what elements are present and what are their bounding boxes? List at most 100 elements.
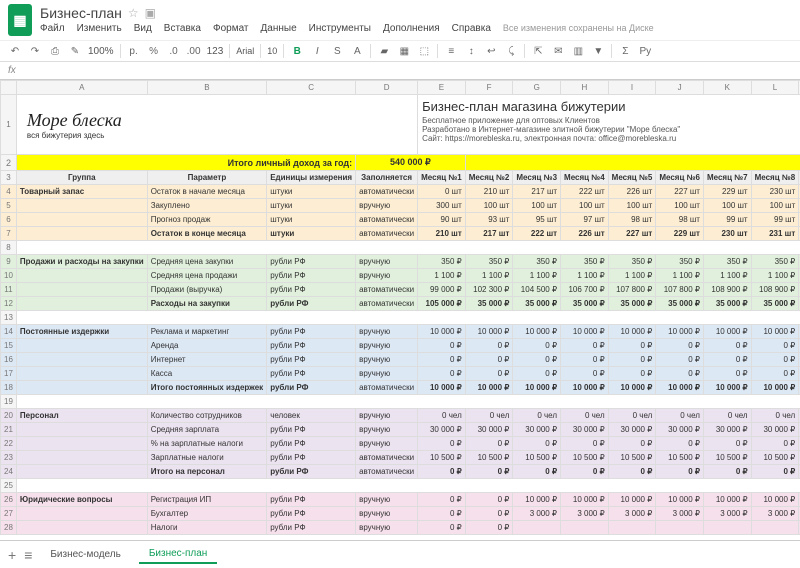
- wrap-icon[interactable]: ↩: [484, 44, 498, 58]
- cell[interactable]: 0 ₽: [418, 367, 466, 381]
- cell[interactable]: 0 чел: [751, 409, 799, 423]
- col-J[interactable]: J: [656, 81, 704, 95]
- cell[interactable]: 10 000 ₽: [608, 493, 656, 507]
- cell[interactable]: Количество сотрудников: [147, 409, 267, 423]
- cell[interactable]: 0 ₽: [656, 465, 704, 479]
- cell[interactable]: 10 500 ₽: [656, 451, 704, 465]
- cell[interactable]: 10 000 ₽: [561, 325, 609, 339]
- cell[interactable]: 0 ₽: [418, 507, 466, 521]
- cell[interactable]: [513, 521, 561, 535]
- cell[interactable]: 10 000 ₽: [608, 325, 656, 339]
- cell[interactable]: 0 ₽: [418, 339, 466, 353]
- cell[interactable]: вручную: [356, 269, 418, 283]
- cell[interactable]: 0 ₽: [513, 437, 561, 451]
- cell[interactable]: 10 500 ₽: [751, 451, 799, 465]
- cell[interactable]: Средняя цена продажи: [147, 269, 267, 283]
- cell[interactable]: Итого постоянных издержек: [147, 381, 267, 395]
- col-E[interactable]: E: [418, 81, 466, 95]
- cell[interactable]: рубли РФ: [267, 325, 356, 339]
- cell[interactable]: штуки: [267, 185, 356, 199]
- col-F[interactable]: F: [465, 81, 513, 95]
- cell[interactable]: 0 ₽: [751, 465, 799, 479]
- cell[interactable]: 0 чел: [561, 409, 609, 423]
- cell[interactable]: 107 800 ₽: [656, 283, 704, 297]
- cell[interactable]: 3 000 ₽: [608, 507, 656, 521]
- cell[interactable]: 10 000 ₽: [561, 493, 609, 507]
- cell[interactable]: 30 000 ₽: [656, 423, 704, 437]
- cell[interactable]: 0 ₽: [561, 367, 609, 381]
- fill-color-icon[interactable]: ▰: [377, 44, 391, 58]
- cell[interactable]: 300 шт: [418, 199, 466, 213]
- cell[interactable]: вручную: [356, 423, 418, 437]
- cell[interactable]: [656, 521, 704, 535]
- cell[interactable]: [608, 521, 656, 535]
- row-20[interactable]: 20: [1, 409, 17, 423]
- cell[interactable]: 0 ₽: [465, 465, 513, 479]
- row-11[interactable]: 11: [1, 283, 17, 297]
- cell[interactable]: 35 000 ₽: [656, 297, 704, 311]
- menu-view[interactable]: Вид: [134, 23, 152, 34]
- cell[interactable]: 10 500 ₽: [561, 451, 609, 465]
- cell[interactable]: [751, 521, 799, 535]
- row-21[interactable]: 21: [1, 423, 17, 437]
- cell[interactable]: 0 ₽: [608, 353, 656, 367]
- cell[interactable]: Прогноз продаж: [147, 213, 267, 227]
- col-A[interactable]: A: [16, 81, 147, 95]
- cell[interactable]: 100 шт: [751, 199, 799, 213]
- cell[interactable]: 0 ₽: [418, 521, 466, 535]
- cell[interactable]: 99 шт: [703, 213, 751, 227]
- strike-icon[interactable]: S: [330, 44, 344, 58]
- menu-data[interactable]: Данные: [261, 23, 297, 34]
- menu-edit[interactable]: Изменить: [77, 23, 122, 34]
- sheets-logo-icon[interactable]: ▦: [8, 4, 32, 36]
- merge-icon[interactable]: ⬚: [417, 44, 431, 58]
- cell[interactable]: рубли РФ: [267, 465, 356, 479]
- cell[interactable]: 350 ₽: [465, 255, 513, 269]
- undo-icon[interactable]: ↶: [8, 44, 22, 58]
- zoom-select[interactable]: 100%: [88, 46, 114, 57]
- cell[interactable]: 0 ₽: [608, 465, 656, 479]
- cell[interactable]: 0 ₽: [418, 493, 466, 507]
- cell[interactable]: 10 000 ₽: [751, 493, 799, 507]
- cell[interactable]: 350 ₽: [751, 255, 799, 269]
- row-23[interactable]: 23: [1, 451, 17, 465]
- cell[interactable]: 10 000 ₽: [656, 325, 704, 339]
- cell[interactable]: 226 шт: [561, 227, 609, 241]
- row-25[interactable]: 25: [1, 479, 17, 493]
- cell[interactable]: 350 ₽: [561, 255, 609, 269]
- cell[interactable]: автоматически: [356, 297, 418, 311]
- cell[interactable]: Продажи (выручка): [147, 283, 267, 297]
- cell[interactable]: вручную: [356, 353, 418, 367]
- cell[interactable]: Остаток в начале месяца: [147, 185, 267, 199]
- filter-icon[interactable]: ▼: [591, 44, 605, 58]
- col-I[interactable]: I: [608, 81, 656, 95]
- cell[interactable]: 1 100 ₽: [656, 269, 704, 283]
- cell[interactable]: 1 100 ₽: [513, 269, 561, 283]
- cell[interactable]: 0 ₽: [465, 353, 513, 367]
- row-19[interactable]: 19: [1, 395, 17, 409]
- cell[interactable]: 10 000 ₽: [703, 325, 751, 339]
- cell[interactable]: Остаток в конце месяца: [147, 227, 267, 241]
- lang-icon[interactable]: Ру: [638, 44, 652, 58]
- cell[interactable]: 10 500 ₽: [513, 451, 561, 465]
- cell[interactable]: 230 шт: [703, 227, 751, 241]
- cell[interactable]: 1 100 ₽: [418, 269, 466, 283]
- cell[interactable]: 100 шт: [513, 199, 561, 213]
- rotate-icon[interactable]: ⤹: [504, 44, 518, 58]
- row-10[interactable]: 10: [1, 269, 17, 283]
- cell[interactable]: 104 500 ₽: [513, 283, 561, 297]
- cell[interactable]: 99 шт: [751, 213, 799, 227]
- cell[interactable]: 35 000 ₽: [561, 297, 609, 311]
- cell[interactable]: 100 шт: [561, 199, 609, 213]
- cell[interactable]: 100 шт: [656, 199, 704, 213]
- cell[interactable]: Интернет: [147, 353, 267, 367]
- cell[interactable]: штуки: [267, 213, 356, 227]
- cell[interactable]: 98 шт: [608, 213, 656, 227]
- col-K[interactable]: K: [703, 81, 751, 95]
- cell[interactable]: 0 чел: [656, 409, 704, 423]
- cell[interactable]: 0 ₽: [703, 367, 751, 381]
- cell[interactable]: 107 800 ₽: [608, 283, 656, 297]
- row-27[interactable]: 27: [1, 507, 17, 521]
- cell[interactable]: 229 шт: [703, 185, 751, 199]
- format-more[interactable]: 123: [207, 46, 224, 57]
